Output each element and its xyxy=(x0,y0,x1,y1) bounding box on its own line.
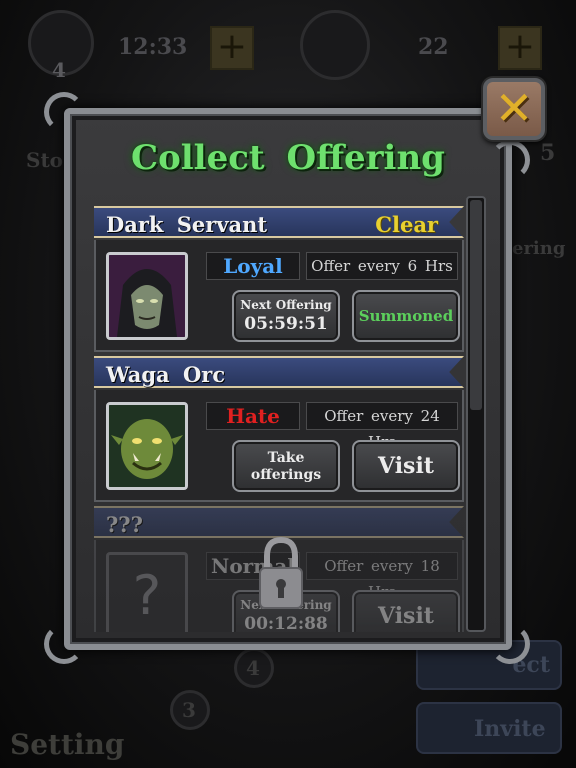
hud-right-count: 5 xyxy=(540,140,556,166)
creature-name: Waga Orc xyxy=(106,362,226,387)
frame-ornament-icon xyxy=(490,140,530,180)
next-offering-button[interactable]: Next Offering 05:59:51 xyxy=(232,290,340,342)
creature-name: Dark Servant xyxy=(106,212,268,237)
next-offering-label: Next Offering xyxy=(240,298,332,312)
hud-badge-2: 3 xyxy=(182,698,196,722)
frame-ornament-icon xyxy=(490,624,530,664)
card-banner: Dark Servant Clear xyxy=(94,206,464,238)
visit-button[interactable]: Visit xyxy=(352,440,460,492)
frame-ornament-icon xyxy=(44,624,84,664)
visit-button[interactable]: Visit xyxy=(352,590,460,632)
hud-timer: 12:33 xyxy=(118,34,188,60)
hud-right-label: ering xyxy=(512,238,566,259)
add-gems-button[interactable]: + xyxy=(498,26,542,70)
relation-label: Loyal xyxy=(206,252,300,280)
visit-label: Visit xyxy=(378,453,434,479)
card-body: Hate Offer every 24 Hrs Take offerings V… xyxy=(94,390,464,502)
card-banner: Waga Orc xyxy=(94,356,464,388)
gem-icon xyxy=(300,10,370,80)
add-time-button[interactable]: + xyxy=(210,26,254,70)
relation-label: Hate xyxy=(206,402,300,430)
offer-rate: Offer every 6 Hrs xyxy=(306,252,458,280)
offering-card-waga-orc: Waga Orc Hate Offer every 24 Take offeri… xyxy=(94,356,468,502)
take-offerings-label: Take offerings xyxy=(250,450,322,483)
take-offerings-button[interactable]: Take offerings xyxy=(232,440,340,492)
scrollbar[interactable] xyxy=(466,196,486,632)
card-banner: ??? xyxy=(94,506,464,538)
offering-timer: 05:59:51 xyxy=(244,314,328,334)
orc-face-icon xyxy=(106,402,188,490)
hooded-figure-icon xyxy=(106,252,188,340)
offering-timer: 00:12:88 xyxy=(244,614,328,632)
summoned-label: Summoned xyxy=(358,307,454,325)
clear-status: Clear xyxy=(375,212,438,237)
frame-ornament-icon xyxy=(44,92,84,132)
hud-gems: 22 xyxy=(418,34,449,60)
dialog-title: Collect Offering xyxy=(131,138,445,178)
invite-label: Invite xyxy=(474,716,546,742)
card-body: Loyal Offer every 6 Hrs Next Offering 05… xyxy=(94,240,464,352)
hud-badge-1: 4 xyxy=(246,656,260,680)
creature-name: ??? xyxy=(106,512,143,537)
offer-rate: Offer every 24 Hrs xyxy=(306,402,458,451)
close-icon: ✕ xyxy=(494,81,534,135)
settings-label[interactable]: Setting xyxy=(10,728,124,761)
offer-rate: Offer every 18 Hrs xyxy=(306,552,458,601)
close-button[interactable]: ✕ xyxy=(483,78,545,140)
hud-left-label: Sto xyxy=(26,148,64,172)
invite-button[interactable]: Invite xyxy=(416,702,562,754)
offering-card-dark-servant: Dark Servant Clear Loyal Offer every 6 H… xyxy=(94,206,468,352)
visit-label: Visit xyxy=(378,603,434,629)
summoned-button[interactable]: Summoned xyxy=(352,290,460,342)
hud-level: 4 xyxy=(52,58,66,82)
game-screen: 4 12:33 + 22 + Sto 5 ering Setting 4 3 e… xyxy=(0,0,576,768)
question-mark-icon: ? xyxy=(106,552,188,632)
lock-icon xyxy=(259,536,303,609)
scrollbar-thumb[interactable] xyxy=(470,200,482,410)
